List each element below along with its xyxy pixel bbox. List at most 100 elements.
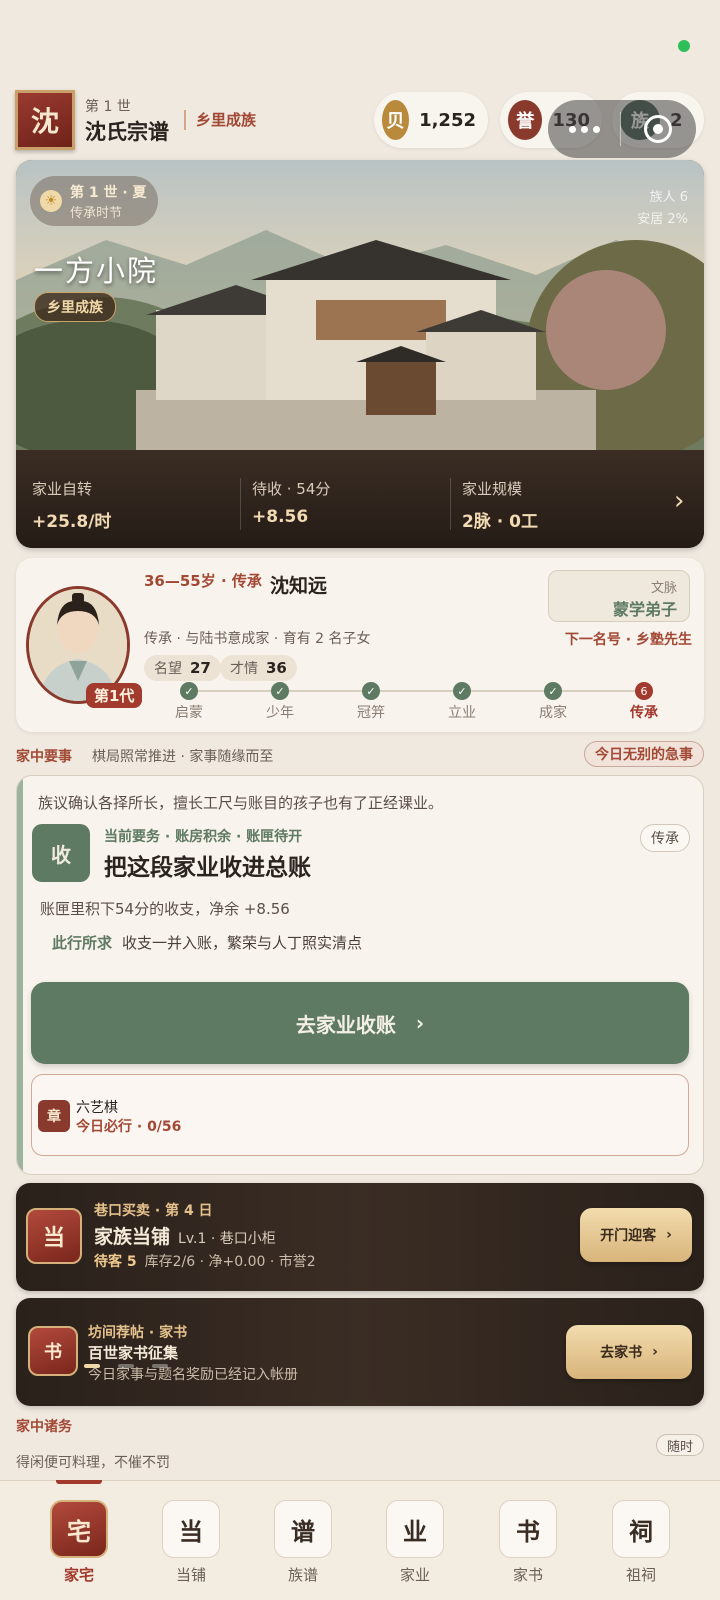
chapter-seal-icon: 章 (38, 1100, 70, 1132)
task-detail: 账匣里积下54分的收支，净余 +8.56 (40, 900, 290, 918)
shell-currency-value: 1,252 (419, 109, 476, 131)
urgent-status-pill: 今日无别的急事 (584, 741, 704, 767)
stage-label: 成家 (539, 705, 567, 721)
stat-scale: 家业规模 2脉 · 0工 (462, 480, 538, 532)
generation-label: 第 1 世 (85, 99, 131, 115)
pawnshop-tab-icon: 当 (162, 1500, 220, 1558)
reputation-icon: 誉 (508, 100, 543, 140)
pawnshop-meta: 待客 5 库存2/6 · 净+0.00 · 市誉2 (94, 1254, 316, 1270)
task-kicker: 当前要务 · 账房积余 · 账匣待开 (104, 829, 303, 845)
divider (184, 110, 186, 130)
stage-check-icon: ✓ (453, 682, 471, 700)
letter-seal-icon: 书 (28, 1326, 78, 1376)
season-sub: 传承时节 (70, 205, 123, 221)
chevron-right-icon: › (652, 1344, 658, 1360)
matters-title: 家中要事 (16, 749, 72, 765)
letter-title: 百世家书征集 (88, 1344, 179, 1362)
currency-shells-pill[interactable]: 贝 1,252 (374, 92, 488, 148)
season-chip[interactable]: ☀ 第 1 世 · 夏 传承时节 (30, 176, 158, 226)
homestead-rank-badge: 乡里成族 (34, 292, 116, 322)
life-stage-track (189, 690, 645, 692)
stage-check-icon: ✓ (180, 682, 198, 700)
carousel-dot[interactable] (118, 1364, 134, 1368)
happiness-rate: 安居 2% (637, 212, 688, 227)
more-options-icon[interactable] (548, 125, 620, 133)
stat-auto-income: 家业自转 +25.8/时 (32, 480, 112, 532)
close-miniprogram-icon[interactable] (621, 115, 695, 143)
letters-tab-icon: 书 (499, 1500, 557, 1558)
hero-stats-bar (16, 450, 704, 548)
stage-current-marker: 6 (635, 682, 653, 700)
clan-title: 沈氏宗谱 (85, 120, 169, 144)
tab-label: 当铺 (175, 1566, 206, 1584)
tab-label: 族谱 (287, 1566, 318, 1584)
daily-task-progress: 今日必行 · 0/56 (76, 1119, 182, 1135)
collect-accounts-button[interactable]: 去家业收账 › (31, 982, 689, 1064)
chevron-right-icon: › (666, 1227, 672, 1243)
tab-label: 家宅 (63, 1566, 94, 1584)
stat-divider (450, 478, 451, 530)
task-goal: 此行所求 收支一并入账，繁荣与人丁照实清点 (52, 934, 363, 952)
chores-title: 家中诸务 (16, 1419, 72, 1435)
tab-letters[interactable]: 书 家书 (493, 1500, 563, 1585)
members-count: 族人 6 (649, 190, 688, 205)
chores-anytime-tag: 随时 (655, 1434, 704, 1456)
go-letters-button[interactable]: 去家书 › (566, 1325, 692, 1379)
tab-ancestral-hall[interactable]: 祠 祖祠 (606, 1500, 676, 1585)
homestead-tab-icon: 宅 (50, 1500, 108, 1558)
tab-estate[interactable]: 业 家业 (380, 1500, 450, 1585)
matters-subtitle: 棋局照常推进 · 家事随缘而至 (92, 749, 274, 765)
miniprogram-capsule (548, 100, 696, 158)
estate-tab-icon: 业 (386, 1500, 444, 1558)
stage-check-icon: ✓ (362, 682, 380, 700)
stage-check-icon: ✓ (271, 682, 289, 700)
letter-kicker: 坊间荐帖 · 家书 (88, 1325, 188, 1341)
daily-task-name: 六艺棋 (76, 1100, 118, 1116)
heir-age-stage: 36—55岁 · 传承 (144, 572, 262, 590)
task-title: 把这段家业收进总账 (104, 855, 311, 881)
stat-divider (240, 478, 241, 530)
active-tab-indicator (56, 1480, 102, 1484)
task-intro: 族议确认各择所长，擅长工尺与账目的孩子也有了正经课业。 (38, 794, 444, 812)
tab-label: 家业 (399, 1566, 430, 1584)
ancestral-hall-tab-icon: 祠 (612, 1500, 670, 1558)
pawnshop-title: 家族当铺 Lv.1 · 巷口小柜 (94, 1226, 276, 1248)
status-indicator-dot (678, 40, 690, 52)
stage-label: 立业 (448, 705, 476, 721)
stage-label-current: 传承 (630, 705, 658, 721)
chevron-right-icon: › (415, 1011, 425, 1035)
sun-icon: ☀ (40, 190, 62, 212)
stage-label: 启蒙 (175, 705, 203, 721)
carousel-dot-active[interactable] (84, 1364, 100, 1368)
stat-pending-collect: 待收 · 54分 +8.56 (252, 480, 331, 527)
carousel-dot[interactable] (152, 1364, 168, 1368)
pawnshop-seal-icon: 当 (26, 1208, 82, 1264)
open-shop-button[interactable]: 开门迎客 › (580, 1208, 692, 1262)
attr-fame: 名望 27 (144, 655, 221, 681)
tab-label: 家书 (512, 1566, 543, 1584)
stage-label: 冠笄 (357, 705, 385, 721)
tab-label: 祖祠 (625, 1566, 656, 1584)
heir-style-box[interactable]: 文脉 蒙学弟子 (548, 570, 690, 622)
genealogy-tab-icon: 谱 (274, 1500, 332, 1558)
attr-talent: 才情 36 (220, 655, 297, 681)
stage-check-icon: ✓ (544, 682, 562, 700)
pawnshop-kicker: 巷口买卖 · 第 4 日 (94, 1203, 213, 1219)
chevron-right-icon[interactable]: › (674, 486, 684, 516)
homestead-title: 一方小院 (34, 254, 159, 288)
generation-tag: 第1代 (86, 683, 143, 708)
chores-subtitle: 得闲便可料理，不催不罚 (16, 1455, 170, 1471)
shell-currency-icon: 贝 (382, 100, 410, 140)
collect-seal-icon: 收 (32, 824, 90, 882)
tab-homestead[interactable]: 宅 家宅 (44, 1500, 114, 1585)
tab-genealogy[interactable]: 谱 族谱 (268, 1500, 338, 1585)
homestead-hero-card[interactable]: ☀ 第 1 世 · 夏 传承时节 一方小院 乡里成族 族人 6 安居 2% 家业… (16, 160, 704, 548)
daily-task-card[interactable] (31, 1074, 689, 1156)
heir-name: 沈知远 (270, 575, 328, 597)
stage-label: 少年 (266, 705, 294, 721)
clan-seal-icon[interactable]: 沈 (15, 90, 75, 150)
season-label: 第 1 世 · 夏 (70, 184, 147, 201)
tab-pawnshop[interactable]: 当 当铺 (156, 1500, 226, 1585)
next-title-label: 下一名号 · 乡塾先生 (564, 632, 692, 648)
heir-description: 传承 · 与陆书意成家 · 育有 2 名子女 (144, 631, 371, 647)
